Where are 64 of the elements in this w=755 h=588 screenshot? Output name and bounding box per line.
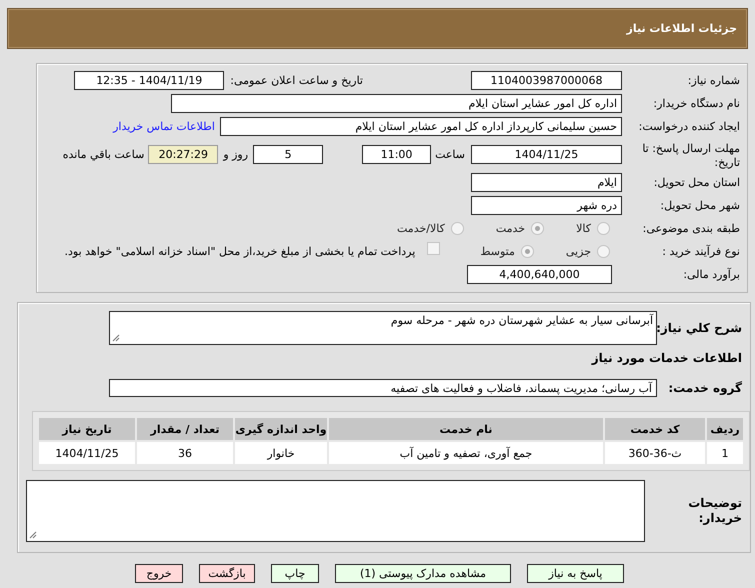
buyer-notes-field[interactable] — [26, 480, 645, 542]
budget-field[interactable]: 4,400,640,000 — [467, 265, 612, 284]
field-label: ساعت باقي مانده — [62, 148, 144, 161]
field-label: جزیی — [566, 245, 591, 258]
field-label: شرح کلي نیاز: — [657, 321, 743, 335]
field-label: برآورد مالی: — [682, 268, 740, 281]
table-cell: ث-36-360 — [605, 442, 705, 464]
resize-grip-icon[interactable] — [29, 531, 37, 539]
field-label: توضیحات خریدار: — [687, 496, 743, 526]
page-title: جزئیات اطلاعات نیاز — [626, 22, 737, 35]
field-label: تاریخ و ساعت اعلان عمومی: — [230, 74, 363, 87]
table-cell: 36 — [137, 442, 233, 464]
field-label: نوع فرآیند خرید : — [661, 245, 740, 258]
service-group-field[interactable]: آب رسانی؛ مدیریت پسماند، فاضلاب و فعالیت های تصفیه — [109, 379, 657, 397]
table-cell: 1404/11/25 — [39, 442, 135, 464]
radio-button[interactable] — [597, 222, 610, 235]
action-button[interactable]: بازگشت — [199, 564, 255, 583]
announce-date-field[interactable]: 1404/11/19 - 12:35 — [74, 71, 224, 90]
column-header: ردیف — [707, 418, 743, 440]
radio-button[interactable] — [450, 222, 464, 235]
radio-button[interactable] — [597, 245, 610, 258]
days-field[interactable]: 5 — [253, 145, 324, 164]
action-button[interactable]: چاپ — [271, 564, 319, 583]
buyer-org-field[interactable]: اداره کل امور عشایر استان ایلام — [171, 94, 622, 113]
action-button[interactable]: مشاهده مدارک پیوستی (1) — [335, 564, 511, 583]
description-field[interactable]: آبرسانی سیار به عشایر شهرستان دره شهر - مرحله سوم — [109, 311, 657, 345]
requester-field[interactable]: حسین سلیمانی کارپرداز اداره کل امور عشایر استان ایلام — [220, 117, 622, 136]
field-label: نام دستگاه خریدار: — [652, 97, 740, 110]
field-label: شماره نیاز: — [686, 74, 740, 87]
column-header: کد خدمت — [605, 418, 705, 440]
buyer-contact-link[interactable]: اطلاعات تماس خریدار — [113, 120, 215, 133]
column-header: واحد اندازه گیری — [235, 418, 327, 440]
field-label: شهر محل تحویل: — [659, 199, 740, 212]
column-header: تاریخ نیاز — [39, 418, 135, 440]
field-label: کالا/خدمت — [397, 222, 445, 235]
field-label: خدمت — [496, 222, 526, 235]
field-label: روز و — [223, 148, 248, 161]
field-label: استان محل تحویل: — [652, 176, 740, 189]
column-header: تعداد / مقدار — [137, 418, 233, 440]
field-label: گروه خدمت: — [667, 381, 743, 395]
province-field[interactable]: ایلام — [471, 173, 622, 192]
checkbox[interactable] — [427, 242, 440, 255]
radio-button[interactable] — [520, 245, 534, 258]
radio-button[interactable] — [531, 222, 544, 235]
resize-grip-icon[interactable] — [112, 334, 120, 342]
table-cell: جمع آوری، تصفیه و تامین آب — [329, 442, 603, 464]
action-button[interactable]: پاسخ به نیاز — [527, 564, 624, 583]
need-number-field[interactable]: 1104003987000068 — [471, 71, 622, 90]
section-heading: اطلاعات خدمات مورد نیاز — [590, 351, 743, 365]
field-label: کالا — [576, 222, 591, 235]
field-label: پرداخت تمام یا بخشی از مبلغ خرید،از محل "اسناد خزانه اسلامی" خواهد بود. — [64, 245, 416, 258]
column-header: نام خدمت — [329, 418, 603, 440]
table-cell: خانوار — [235, 442, 327, 464]
countdown-field[interactable]: 20:27:29 — [148, 145, 218, 164]
deadline-time-field[interactable]: 11:00 — [362, 145, 432, 164]
table-cell: 1 — [707, 442, 743, 464]
field-label: مهلت ارسال پاسخ: تا تاریخ: — [641, 142, 740, 170]
action-button[interactable]: خروج — [135, 564, 183, 583]
city-field[interactable]: دره شهر — [471, 196, 622, 215]
deadline-date-field[interactable]: 1404/11/25 — [471, 145, 622, 164]
field-label: ساعت — [435, 148, 465, 161]
field-label: ایجاد کننده درخواست: — [638, 120, 740, 133]
field-label: طبقه بندی موضوعی: — [642, 222, 740, 235]
field-label: متوسط — [480, 245, 515, 258]
